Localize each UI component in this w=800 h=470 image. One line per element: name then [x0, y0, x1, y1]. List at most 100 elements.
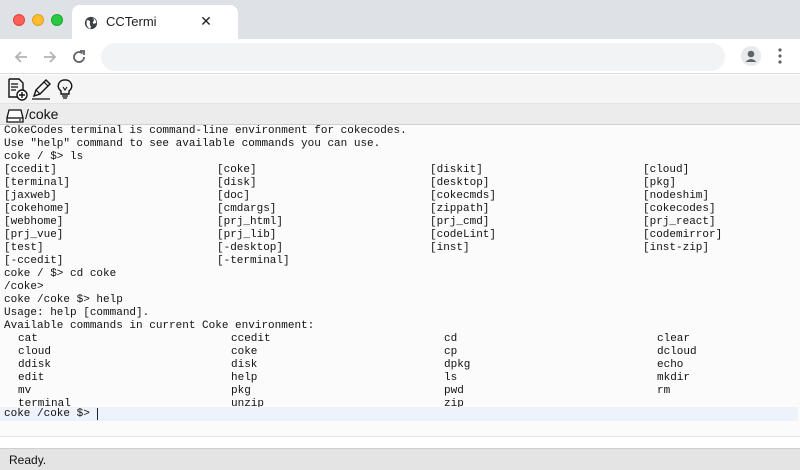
ls-entry: [terminal]	[4, 177, 71, 189]
ls-entry: [inst]	[430, 242, 470, 254]
help-command: cp	[444, 346, 458, 358]
drive-icon	[6, 109, 24, 123]
ls-entry: [prj_lib]	[217, 229, 277, 241]
maximize-window-button[interactable]	[51, 14, 63, 26]
help-command: rm	[657, 385, 671, 397]
tab-close-icon[interactable]: ✕	[198, 13, 214, 30]
ls-entry: [diskit]	[430, 164, 483, 176]
help-command: mv	[18, 385, 32, 397]
ls-entry: [ccedit]	[4, 164, 57, 176]
globe-icon	[84, 16, 98, 30]
ls-entry: [prj_html]	[217, 216, 284, 228]
reload-icon[interactable]	[69, 47, 89, 67]
terminal-line: coke / $> cd coke	[4, 268, 117, 280]
help-command: edit	[18, 372, 45, 384]
terminal-line: coke / $> ls	[4, 151, 84, 163]
terminal-output[interactable]: CokeCodes terminal is command-line envir…	[0, 125, 800, 436]
ls-entry: [jaxweb]	[4, 190, 57, 202]
edit-pencil-icon[interactable]	[29, 77, 53, 101]
help-command: echo	[657, 359, 684, 371]
ls-entry: [disk]	[217, 177, 257, 189]
browser-title-bar: CCTermi ✕	[0, 0, 800, 39]
terminal-line: coke /coke $> help	[4, 294, 123, 306]
help-row: edit help ls mkdir	[18, 372, 798, 385]
ls-entry: [prj_vue]	[4, 229, 64, 241]
ls-row: [terminal] [disk] [desktop] [pkg]	[4, 177, 794, 190]
ls-row: [prj_vue] [prj_lib] [codeLint] [codemirror]	[4, 229, 794, 242]
ls-row: [webhome] [prj_html] [prj_cmd] [prj_react]	[4, 216, 794, 229]
ls-entry: [-desktop]	[217, 242, 284, 254]
help-row: cat ccedit cd clear	[18, 333, 798, 346]
ls-entry: [cokehome]	[4, 203, 71, 215]
ls-entry: [cokecmds]	[430, 190, 497, 202]
ls-entry: [inst-zip]	[643, 242, 710, 254]
ls-row: [-ccedit] [-terminal]	[4, 255, 794, 268]
help-command: dcloud	[657, 346, 697, 358]
address-bar[interactable]	[101, 43, 725, 71]
ls-entry: [codeLint]	[430, 229, 497, 241]
status-bar: Ready.	[0, 448, 800, 470]
help-command: mkdir	[657, 372, 691, 384]
help-command: help	[231, 372, 258, 384]
terminal-line: Usage: help [command].	[4, 307, 150, 319]
command-prompt: coke /coke $>	[4, 408, 97, 420]
help-command: ls	[444, 372, 458, 384]
help-command: pwd	[444, 385, 464, 397]
help-command: cd	[444, 333, 458, 345]
ls-entry: [webhome]	[4, 216, 64, 228]
terminal-line: Use "help" command to see available comm…	[4, 138, 381, 150]
back-arrow-icon[interactable]	[11, 47, 31, 67]
ls-row: [ccedit] [coke] [diskit] [cloud]	[4, 164, 794, 177]
close-window-button[interactable]	[13, 14, 25, 26]
lightbulb-icon[interactable]	[53, 77, 77, 101]
ls-entry: [cmdargs]	[217, 203, 277, 215]
ls-row: [cokehome] [cmdargs] [zippath] [cokecodes]	[4, 203, 794, 216]
ls-entry: [-ccedit]	[4, 255, 64, 267]
help-command: clear	[657, 333, 691, 345]
text-caret	[97, 408, 98, 420]
command-input-line[interactable]: coke /coke $>	[0, 407, 798, 421]
ls-entry: [doc]	[217, 190, 251, 202]
help-command: ccedit	[231, 333, 271, 345]
ls-entry: [nodeshim]	[643, 190, 710, 202]
terminal-line: Available commands in current Coke envir…	[4, 320, 315, 332]
minimize-window-button[interactable]	[32, 14, 44, 26]
browser-menu-icon[interactable]	[772, 46, 788, 66]
ls-entry: [codemirror]	[643, 229, 723, 241]
terminal-line: CokeCodes terminal is command-line envir…	[4, 125, 407, 137]
ls-entry: [cloud]	[643, 164, 690, 176]
ls-row: [jaxweb] [doc] [cokecmds] [nodeshim]	[4, 190, 794, 203]
browser-tab[interactable]: CCTermi ✕	[72, 5, 238, 39]
profile-avatar-icon[interactable]	[741, 46, 761, 66]
ls-entry: [prj_cmd]	[430, 216, 490, 228]
ls-entry: [cokecodes]	[643, 203, 716, 215]
help-command: pkg	[231, 385, 251, 397]
path-bar: /coke	[0, 104, 800, 125]
browser-nav-bar	[0, 39, 800, 74]
new-file-icon[interactable]	[5, 77, 29, 101]
app-toolbar	[0, 75, 800, 104]
ls-entry: [-terminal]	[217, 255, 290, 267]
help-row: mv pkg pwd rm	[18, 385, 798, 398]
ls-entry: [coke]	[217, 164, 257, 176]
terminal-line: /coke>	[4, 281, 44, 293]
help-command: dpkg	[444, 359, 471, 371]
help-row: ddisk disk dpkg echo	[18, 359, 798, 372]
help-command: ddisk	[18, 359, 52, 371]
ls-entry: [prj_react]	[643, 216, 716, 228]
ls-row: [test] [-desktop] [inst] [inst-zip]	[4, 242, 794, 255]
help-command: cloud	[18, 346, 52, 358]
help-command: disk	[231, 359, 258, 371]
help-row: cloud coke cp dcloud	[18, 346, 798, 359]
status-text: Ready.	[9, 453, 47, 467]
help-command: cat	[18, 333, 38, 345]
current-path: /coke	[25, 106, 59, 122]
ls-entry: [zippath]	[430, 203, 490, 215]
tab-title: CCTermi	[106, 14, 157, 29]
ls-entry: [test]	[4, 242, 44, 254]
ls-entry: [desktop]	[430, 177, 490, 189]
ls-entry: [pkg]	[643, 177, 677, 189]
forward-arrow-icon[interactable]	[40, 47, 60, 67]
terminal-bottom-margin	[0, 436, 800, 448]
help-command: coke	[231, 346, 258, 358]
